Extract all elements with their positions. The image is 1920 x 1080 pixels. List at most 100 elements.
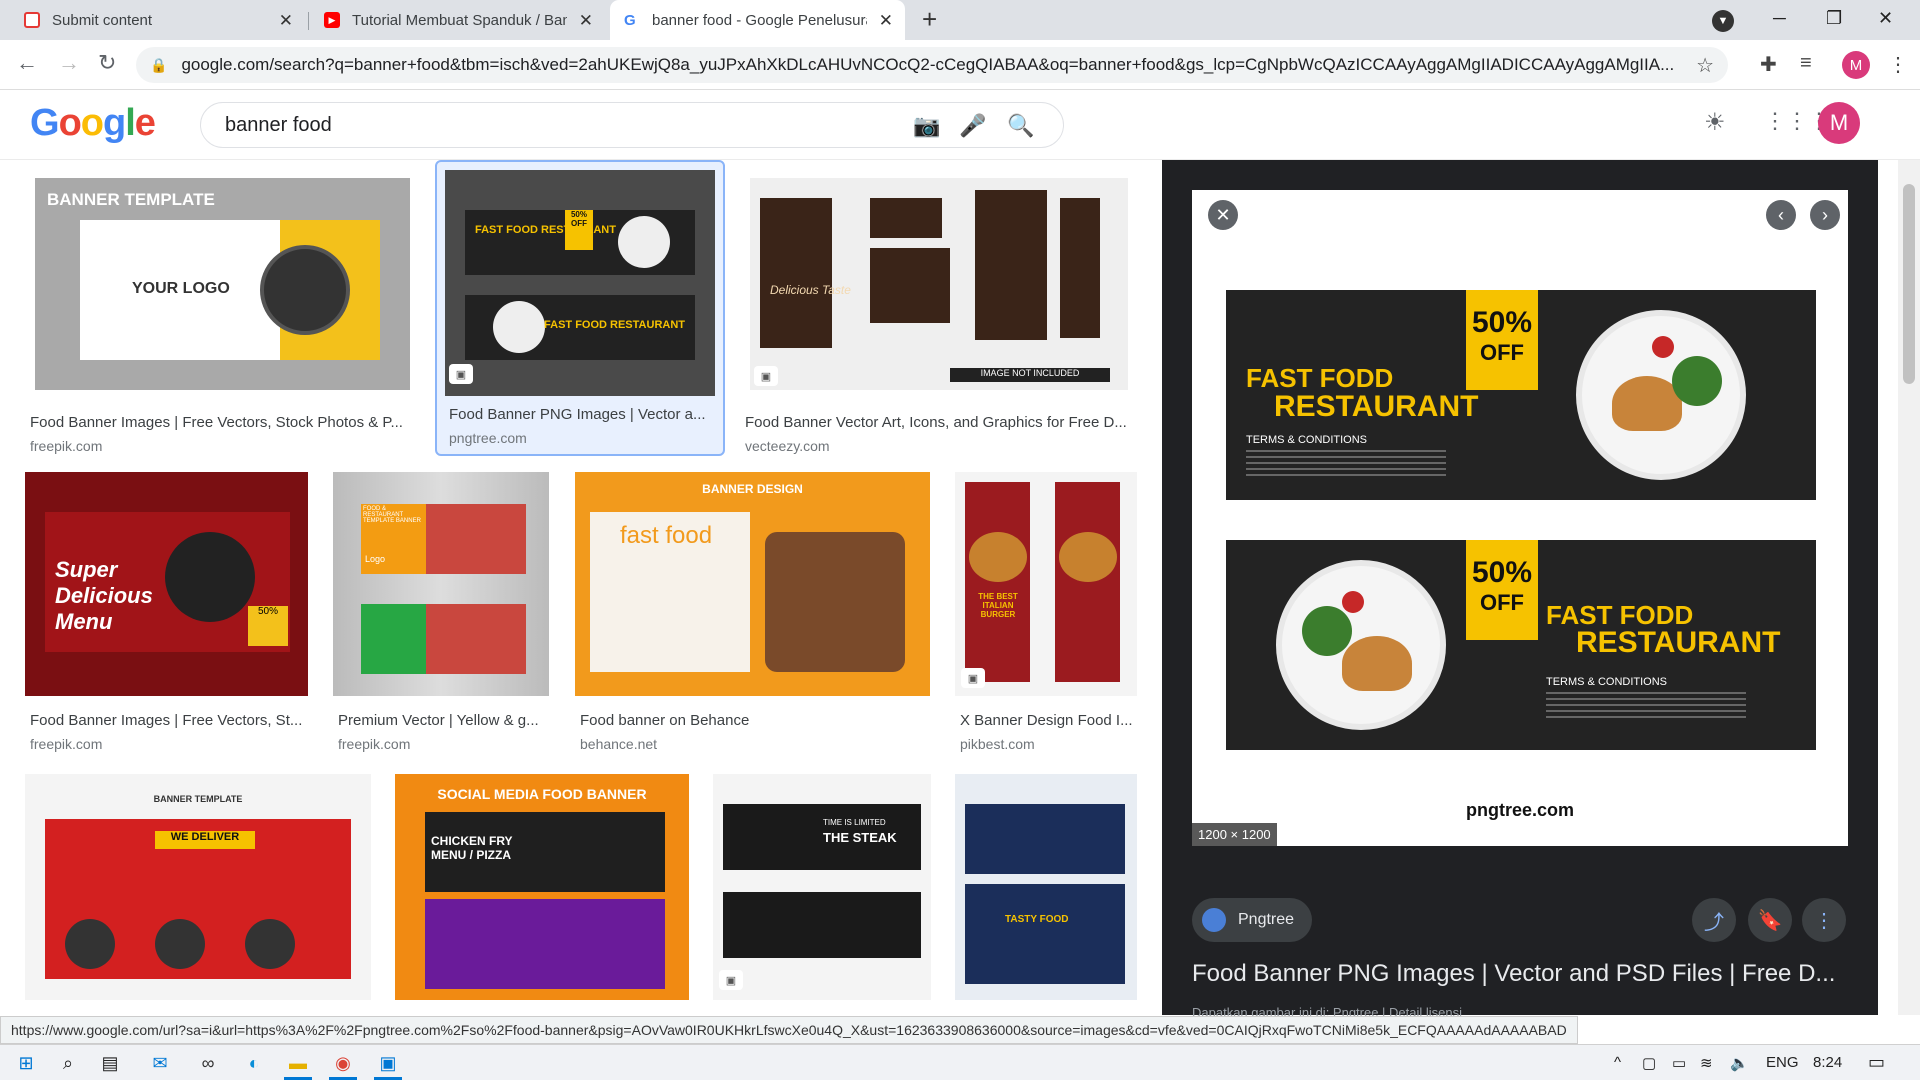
reading-list-icon[interactable]: ≡ <box>1800 52 1812 75</box>
preview-image[interactable]: 50% OFF FAST FODD RESTAURANT TERMS & CON… <box>1192 190 1848 846</box>
profile-avatar[interactable]: M <box>1842 51 1870 79</box>
windows-start-icon[interactable]: ⊞ <box>8 1049 44 1077</box>
camera-icon[interactable]: 📷 <box>913 113 940 139</box>
result-domain[interactable]: vecteezy.com <box>745 438 830 454</box>
mail-icon[interactable]: ✉ <box>142 1049 178 1077</box>
menu-dots-icon[interactable]: ⋮ <box>1888 52 1908 77</box>
result-card[interactable]: BANNER TEMPLATE WE DELIVER <box>25 774 373 1014</box>
more-options-icon[interactable]: ⋮ <box>1802 898 1846 942</box>
source-name: Pngtree <box>1238 911 1295 928</box>
taskbar-search-icon[interactable]: ⌕ <box>50 1049 86 1077</box>
tray-app-icon[interactable]: ▢ <box>1642 1054 1656 1072</box>
result-caption[interactable]: Food Banner Vector Art, Icons, and Graph… <box>745 414 1135 431</box>
wifi-icon[interactable]: ≋ <box>1700 1054 1713 1072</box>
food-plate <box>1276 560 1446 730</box>
result-caption[interactable]: Food Banner Images | Free Vectors, Stock… <box>30 414 410 431</box>
result-domain[interactable]: pikbest.com <box>960 736 1035 752</box>
result-thumbnail[interactable]: BANNER DESIGN fast food <box>575 472 930 696</box>
result-thumbnail[interactable]: SOCIAL MEDIA FOOD BANNER CHICKEN FRY MEN… <box>395 774 689 1000</box>
result-thumbnail[interactable]: TIME IS LIMITED THE STEAK <box>713 774 931 1000</box>
result-domain[interactable]: freepik.com <box>30 736 102 752</box>
reload-icon[interactable]: ↻ <box>98 50 116 76</box>
result-card[interactable]: TIME IS LIMITED THE STEAK ▣ <box>713 774 933 1014</box>
result-caption[interactable]: Food banner on Behance <box>580 712 930 729</box>
close-icon[interactable]: ✕ <box>279 11 293 31</box>
previous-image-icon[interactable]: ‹ <box>1766 200 1796 230</box>
minimize-icon[interactable]: ─ <box>1773 8 1786 29</box>
result-card[interactable]: TASTY FOOD <box>955 774 1141 1014</box>
language-indicator[interactable]: ENG <box>1766 1054 1799 1071</box>
terms-text: TERMS & CONDITIONS <box>1246 434 1368 446</box>
microphone-icon[interactable]: 🎤 <box>959 113 986 139</box>
back-arrow-icon[interactable]: ← <box>16 50 38 76</box>
chrome-icon[interactable]: ◉ <box>325 1049 361 1080</box>
task-view-icon[interactable]: ▤ <box>92 1049 128 1077</box>
volume-icon[interactable]: 🔈 <box>1730 1054 1749 1072</box>
result-domain[interactable]: freepik.com <box>338 736 410 752</box>
result-thumbnail[interactable]: FAST FOOD RESTAURANT 50% OFF FAST FOOD R… <box>445 170 715 396</box>
clock[interactable]: 8:24 <box>1813 1054 1842 1071</box>
close-icon[interactable]: ✕ <box>579 11 593 31</box>
window-close-icon[interactable]: ✕ <box>1878 8 1893 29</box>
photos-app-icon[interactable]: ▣ <box>370 1049 406 1080</box>
result-thumbnail[interactable]: THE BEST ITALIAN BURGER <box>955 472 1137 696</box>
result-card[interactable]: BANNER DESIGN fast food Food banner on B… <box>575 472 937 764</box>
result-caption[interactable]: Food Banner PNG Images | Vector a... <box>449 406 715 423</box>
result-caption[interactable]: Premium Vector | Yellow & g... <box>338 712 550 729</box>
extensions-puzzle-icon[interactable]: ✚ <box>1760 52 1777 77</box>
preview-title[interactable]: Food Banner PNG Images | Vector and PSD … <box>1192 960 1848 988</box>
new-tab-button[interactable]: + <box>922 4 937 35</box>
tray-chevron-icon[interactable]: ^ <box>1614 1054 1621 1071</box>
result-domain[interactable]: freepik.com <box>30 438 102 454</box>
result-thumbnail[interactable]: TASTY FOOD <box>955 774 1137 1000</box>
result-domain[interactable]: pngtree.com <box>449 430 527 446</box>
brightness-icon[interactable]: ☀ <box>1704 108 1726 137</box>
edge-icon[interactable]: ◐ <box>236 1049 272 1077</box>
result-card[interactable]: FOOD & RESTAURANT TEMPLATE BANNER Logo P… <box>333 472 555 764</box>
result-domain[interactable]: behance.net <box>580 736 657 752</box>
result-card[interactable]: SOCIAL MEDIA FOOD BANNER CHICKEN FRY MEN… <box>395 774 691 1014</box>
tab-separator <box>308 12 309 30</box>
result-card[interactable]: Super Delicious Menu 50% Food Banner Ima… <box>25 472 315 764</box>
google-logo[interactable]: Google <box>30 102 156 145</box>
next-image-icon[interactable]: › <box>1810 200 1840 230</box>
file-explorer-icon[interactable]: ▬ <box>280 1049 316 1080</box>
scrollbar-thumb[interactable] <box>1903 184 1915 384</box>
battery-icon[interactable]: ▭ <box>1672 1054 1686 1072</box>
thumb-title: THE STEAK <box>823 830 897 845</box>
page-scrollbar[interactable] <box>1898 160 1920 1015</box>
maximize-icon[interactable]: ❐ <box>1826 8 1842 29</box>
google-profile-avatar[interactable]: M <box>1818 102 1860 144</box>
close-icon[interactable]: ✕ <box>879 11 893 31</box>
result-thumbnail[interactable]: BANNER TEMPLATE WE DELIVER <box>25 774 371 1000</box>
source-chip[interactable]: Pngtree <box>1192 898 1313 942</box>
search-icon[interactable]: 🔍 <box>1007 113 1034 139</box>
tab-search-icon[interactable]: ▼ <box>1712 10 1734 32</box>
url-text[interactable]: google.com/search?q=banner+food&tbm=isch… <box>181 55 1711 75</box>
tab-google-search[interactable]: G banner food - Google Penelusura ✕ <box>610 0 905 40</box>
bookmark-star-icon[interactable]: ☆ <box>1696 53 1714 78</box>
tab-submit-content[interactable]: Submit content ✕ <box>10 0 305 40</box>
app-icon[interactable]: ∞ <box>190 1049 226 1077</box>
result-caption[interactable]: Food Banner Images | Free Vectors, St... <box>30 712 310 729</box>
result-card[interactable]: BANNER TEMPLATE YOUR LOGO Food Banner Im… <box>25 170 417 460</box>
address-bar[interactable]: 🔒 google.com/search?q=banner+food&tbm=is… <box>136 47 1728 83</box>
result-thumbnail[interactable]: BANNER TEMPLATE YOUR LOGO <box>35 178 410 390</box>
result-card-selected[interactable]: FAST FOOD RESTAURANT 50% OFF FAST FOOD R… <box>435 160 725 456</box>
result-card[interactable]: Delicious Taste IMAGE NOT INCLUDED ▣ Foo… <box>740 170 1140 460</box>
screen: Submit content ✕ ▶ Tutorial Membuat Span… <box>0 0 1920 1080</box>
search-input[interactable]: banner food <box>225 114 332 137</box>
result-thumbnail[interactable]: Super Delicious Menu 50% <box>25 472 308 696</box>
share-icon[interactable]: ⤴ <box>1692 898 1736 942</box>
result-thumbnail[interactable]: FOOD & RESTAURANT TEMPLATE BANNER Logo <box>333 472 549 696</box>
result-card[interactable]: THE BEST ITALIAN BURGER ▣ X Banner Desig… <box>955 472 1141 764</box>
windows-taskbar: ⊞ ⌕ ▤ ✉ ∞ ◐ ▬ ◉ ▣ ^ ▢ ▭ ≋ 🔈 ENG 8:24 ▭ <box>0 1044 1920 1080</box>
save-bookmark-icon[interactable]: 🔖 <box>1748 898 1792 942</box>
result-thumbnail[interactable]: Delicious Taste IMAGE NOT INCLUDED <box>750 178 1128 390</box>
tab-youtube[interactable]: ▶ Tutorial Membuat Spanduk / Ban ✕ <box>310 0 605 40</box>
forward-arrow-icon[interactable]: → <box>58 50 80 76</box>
result-caption[interactable]: X Banner Design Food I... <box>960 712 1138 729</box>
notifications-icon[interactable]: ▭ <box>1868 1052 1885 1073</box>
search-box[interactable]: banner food 📷 🎤 🔍 <box>200 102 1064 148</box>
close-preview-icon[interactable]: ✕ <box>1208 200 1238 230</box>
